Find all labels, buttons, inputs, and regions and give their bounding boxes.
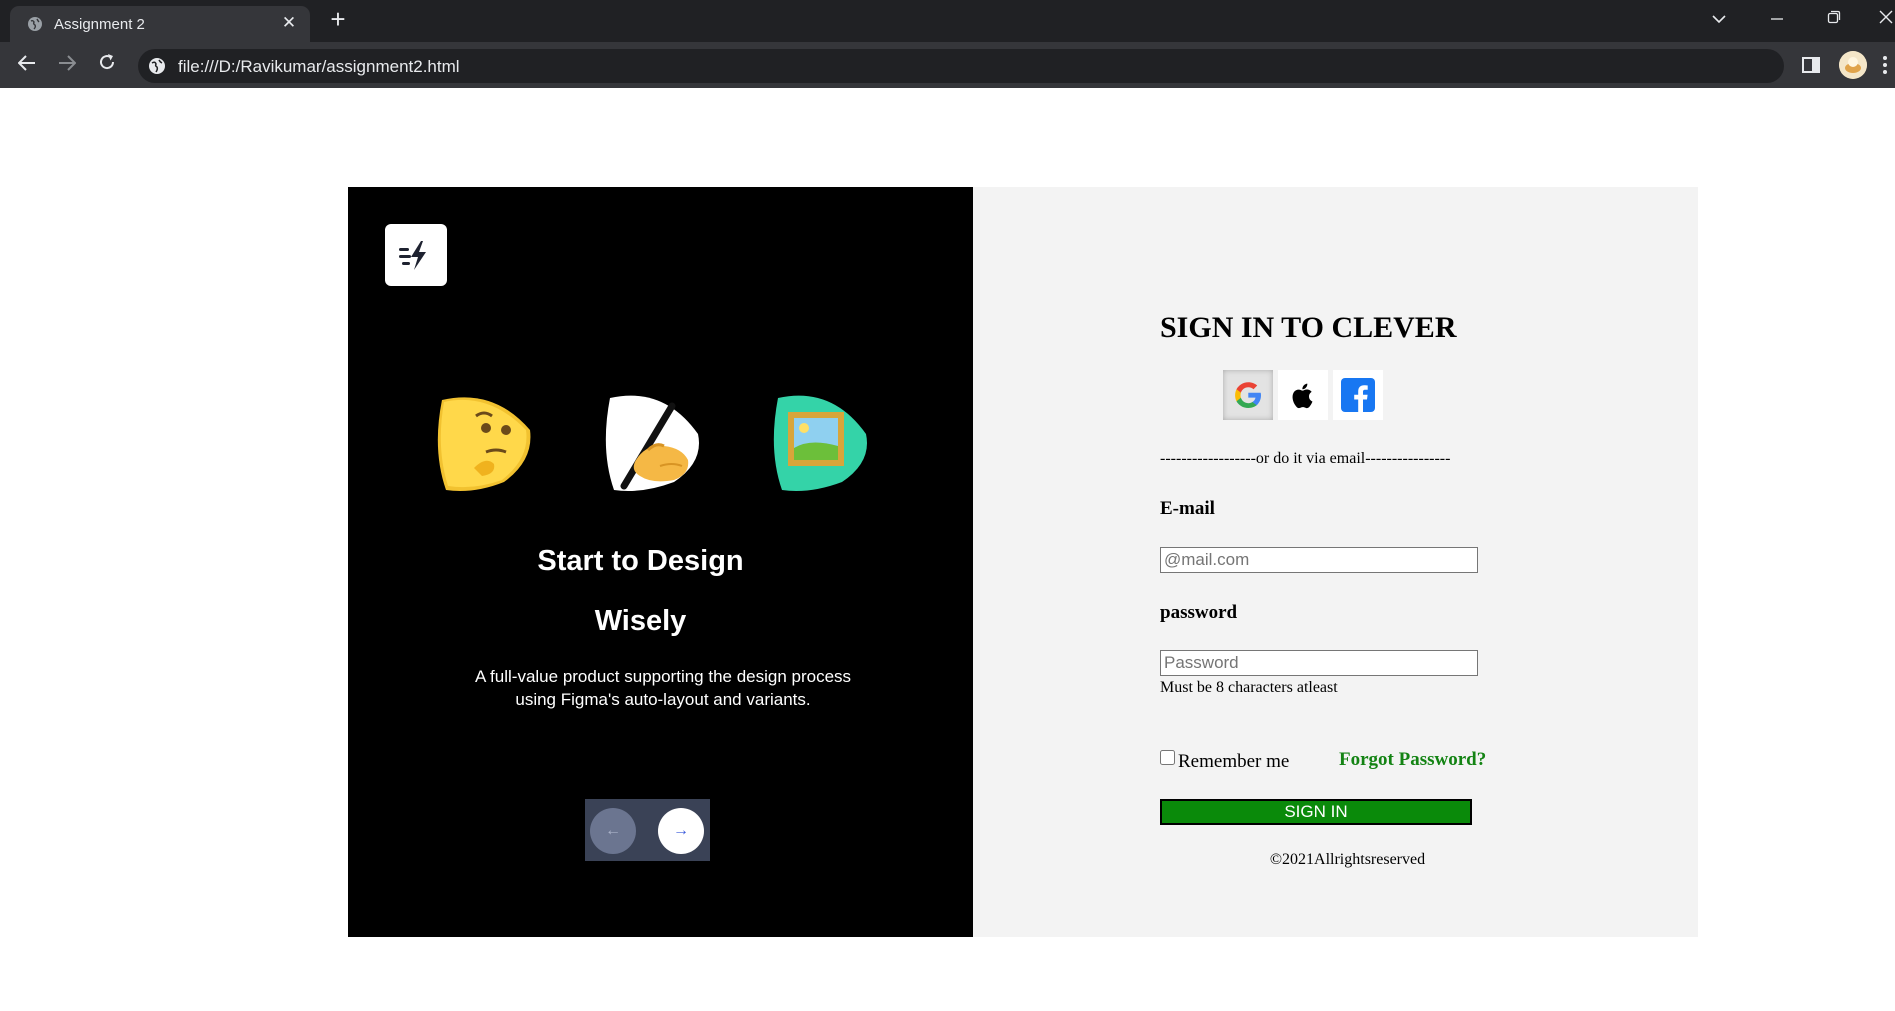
app-logo	[385, 224, 447, 286]
apple-signin-button[interactable]	[1278, 370, 1328, 420]
remember-me-label: Remember me	[1178, 751, 1290, 772]
minimize-icon[interactable]	[1763, 8, 1791, 32]
thinking-face-icon	[437, 397, 531, 491]
lightning-logo-icon	[399, 241, 426, 270]
carousel-next-button[interactable]: →	[658, 808, 704, 854]
google-icon	[1235, 382, 1261, 408]
email-label: E-mail	[1160, 498, 1215, 519]
forward-icon[interactable]	[54, 52, 80, 78]
tab-title: Assignment 2	[54, 16, 145, 33]
remember-me[interactable]: Remember me	[1160, 750, 1289, 773]
hero-description: A full-value product supporting the desi…	[468, 665, 858, 711]
browser-tab[interactable]: Assignment 2 ✕	[10, 6, 310, 42]
site-info-globe-icon[interactable]	[148, 57, 166, 75]
forgot-password-link[interactable]: Forgot Password?	[1339, 749, 1486, 771]
browser-tab-strip: Assignment 2 ✕ +	[0, 0, 1895, 42]
close-window-icon[interactable]	[1872, 8, 1895, 32]
hero-description-line2: using Figma's auto-layout and variants.	[515, 690, 811, 709]
address-bar[interactable]: file:///D:/Ravikumar/assignment2.html	[138, 49, 1784, 83]
profile-avatar[interactable]	[1839, 51, 1867, 79]
tab-search-chevron-icon[interactable]	[1705, 8, 1733, 32]
facebook-signin-button[interactable]	[1333, 370, 1383, 420]
framed-picture-icon	[773, 395, 867, 491]
carousel-controls: ← →	[585, 799, 710, 861]
new-tab-plus-icon[interactable]: +	[326, 6, 350, 32]
globe-icon	[28, 17, 42, 31]
email-field[interactable]	[1160, 547, 1478, 573]
writing-hand-icon	[605, 395, 699, 491]
back-icon[interactable]	[14, 52, 40, 78]
signin-title: SIGN IN TO CLEVER	[1160, 311, 1457, 344]
signin-panel: SIGN IN TO CLEVER ------------------or d…	[973, 187, 1698, 937]
browser-menu-icon[interactable]	[1882, 54, 1888, 76]
browser-toolbar: file:///D:/Ravikumar/assignment2.html	[0, 42, 1895, 88]
password-field[interactable]	[1160, 650, 1478, 676]
address-text: file:///D:/Ravikumar/assignment2.html	[178, 57, 460, 76]
reload-icon[interactable]	[94, 52, 120, 78]
tab-close-icon[interactable]: ✕	[279, 13, 299, 33]
side-panel-icon[interactable]	[1798, 52, 1824, 78]
restore-icon[interactable]	[1820, 8, 1848, 32]
apple-icon	[1292, 383, 1313, 409]
google-signin-button[interactable]	[1223, 370, 1273, 420]
hero-description-line1: A full-value product supporting the desi…	[474, 667, 852, 686]
carousel-prev-button[interactable]: ←	[590, 808, 636, 854]
copyright-text: ©2021Allrightsreserved	[1269, 851, 1426, 868]
password-hint: Must be 8 characters atleast	[1160, 679, 1338, 696]
sign-in-button[interactable]: SIGN IN	[1160, 799, 1472, 825]
remember-me-checkbox[interactable]	[1160, 750, 1175, 765]
hero-headline-line2: Wisely	[594, 605, 687, 637]
hero-panel: Start to Design Wisely A full-value prod…	[348, 187, 973, 937]
password-label: password	[1160, 602, 1238, 623]
facebook-icon	[1341, 378, 1375, 412]
hero-headline-line1: Start to Design	[537, 545, 744, 577]
divider-text: ------------------or do it via email----…	[1160, 450, 1451, 467]
